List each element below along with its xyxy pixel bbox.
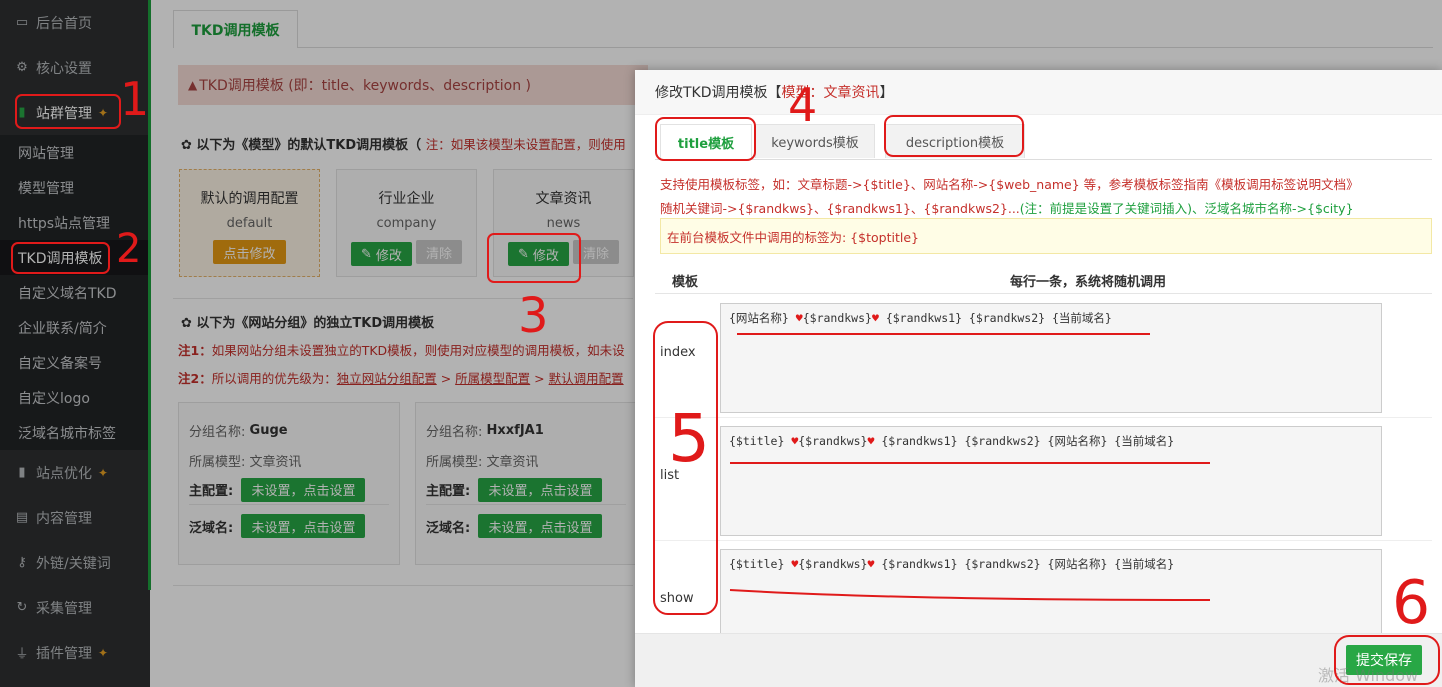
list-textarea[interactable]: {$title} ♥{$randkws}♥ {$randkws1} {$rand… xyxy=(720,426,1382,536)
col-content: 每行一条，系统将随机调用 xyxy=(1010,275,1167,290)
tab-description-template[interactable]: description模板 xyxy=(885,124,1025,158)
tip-note: (注：前提是设置了关键词插入)、泛域名城市名称->{$city} xyxy=(1019,201,1354,216)
modal-header: 修改TKD调用模板【模型：文章资讯】 xyxy=(635,70,1442,115)
ta-text: {$randkws1} {$randkws2} {网站名称} {当前域名} xyxy=(874,557,1175,571)
col-template: 模板 xyxy=(672,275,699,290)
tip-line-2: 随机关键词->{$randkws}、{$randkws1}、{$randkws2… xyxy=(660,198,1354,217)
modal-tabs: title模板 keywords模板 description模板 xyxy=(655,120,1432,160)
edit-tkd-modal: 修改TKD调用模板【模型：文章资讯】 title模板 keywords模板 de… xyxy=(635,70,1442,687)
template-row-list: list {$title} ♥{$randkws}♥ {$randkws1} {… xyxy=(655,418,1432,541)
tab-keywords-template[interactable]: keywords模板 xyxy=(755,124,875,158)
ta-text: {$randkws} xyxy=(798,434,868,448)
template-row-index: index {网站名称} ♥{$randkws}♥ {$randkws1} {$… xyxy=(655,295,1432,418)
index-textarea[interactable]: {网站名称} ♥{$randkws}♥ {$randkws1} {$randkw… xyxy=(720,303,1382,413)
modal-title: 修改TKD调用模板【模型：文章资讯】 xyxy=(655,82,894,102)
ta-text: {$randkws1} {$randkws2} {网站名称} {当前域名} xyxy=(874,434,1175,448)
row-label: list xyxy=(660,468,680,483)
ta-text: {$randkws} xyxy=(798,557,868,571)
row-label: index xyxy=(660,345,696,360)
ta-text: {$title} xyxy=(729,557,792,571)
ta-text: {网站名称} xyxy=(729,311,796,325)
ta-text: {$randkws1} {$randkws2} {当前域名} xyxy=(878,311,1112,325)
table-header: 模板 每行一条，系统将随机调用 xyxy=(655,266,1432,294)
heart-icon: ♥ xyxy=(795,311,803,325)
tab-title-template[interactable]: title模板 xyxy=(660,124,752,160)
row-label: show xyxy=(660,591,694,606)
ta-text: {$randkws} xyxy=(802,311,872,325)
toptitle-hint: 在前台模板文件中调用的标签为: {$toptitle} xyxy=(660,218,1432,254)
tip-text: 随机关键词->{$randkws}、{$randkws1}、{$randkws2… xyxy=(660,201,1020,216)
modal-title-text: 修改TKD调用模板【 xyxy=(655,85,782,101)
heart-icon: ♥ xyxy=(871,311,879,325)
modal-title-end: 】 xyxy=(879,85,894,101)
watermark: 激活 Window xyxy=(1318,666,1419,685)
ta-text: {$title} xyxy=(729,434,792,448)
modal-title-model: 模型：文章资讯 xyxy=(781,85,880,101)
tip-line-1: 支持使用模板标签，如：文章标题->{$title}、网站名称->{$web_na… xyxy=(660,177,1359,192)
